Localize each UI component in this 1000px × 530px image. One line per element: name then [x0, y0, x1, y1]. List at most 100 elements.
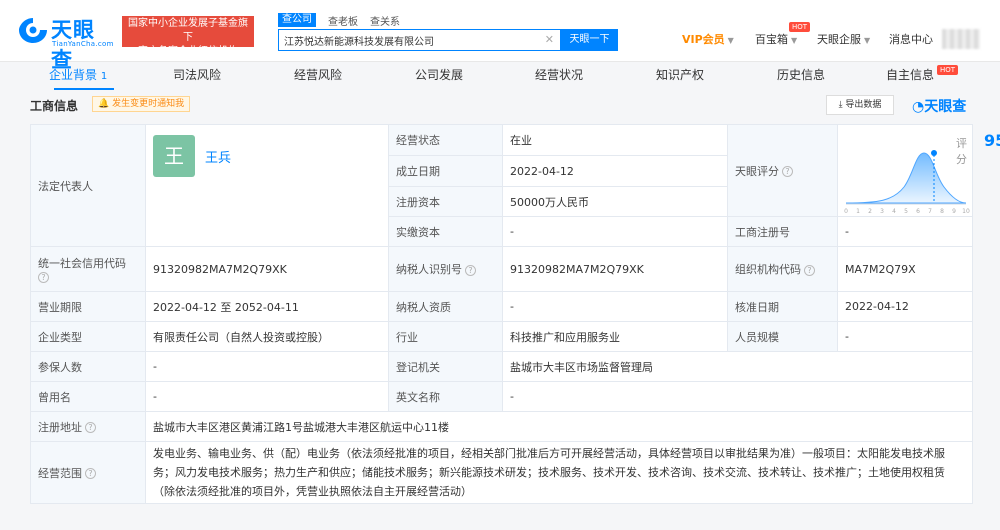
notify-label: 发生变更时通知我 — [112, 99, 185, 109]
help-icon[interactable]: ? — [85, 422, 96, 433]
tab-judicial-risk[interactable]: 司法风险 — [173, 66, 221, 83]
score-label: 天眼评分 — [735, 164, 779, 178]
tab-operating-risk[interactable]: 经营风险 — [294, 66, 342, 83]
export-data-button[interactable]: ⤓ 导出数据 — [826, 95, 894, 115]
table-row: 参保人数 - 登记机关 盐城市大丰区市场监督管理局 — [30, 351, 973, 382]
treasure-menu[interactable]: 百宝箱 ▼ — [755, 31, 797, 47]
score-axis-tick: 9 — [952, 208, 956, 215]
search-tab-company[interactable]: 查公司 — [278, 13, 316, 27]
vip-menu[interactable]: VIP会员 ▼ — [682, 31, 734, 47]
search-tab-relation[interactable]: 查关系 — [370, 13, 400, 28]
score-axis-tick: 7 — [928, 208, 932, 215]
insured-label: 参保人数 — [30, 351, 146, 382]
business-info-table: 法定代表人 王 王兵 经营状态 在业 天眼评分? 0 1 2 3 4 5 6 7 8 9 10 — [30, 124, 1000, 504]
search-button[interactable]: 天眼一下 — [561, 29, 618, 51]
fund-badge-line2: 官方备案企业征信机构 — [138, 46, 238, 57]
score-cell[interactable]: 0 1 2 3 4 5 6 7 8 9 10 评分 95 — [837, 124, 1000, 217]
score-distribution-chart: 0 1 2 3 4 5 6 7 8 9 10 — [844, 150, 970, 215]
enterprise-menu[interactable]: 天眼企服 ▼ — [817, 31, 870, 47]
authority-value: 盐城市大丰区市场监督管理局 — [502, 351, 973, 382]
score-axis-ticks: 0 1 2 3 4 5 6 7 8 9 10 — [844, 208, 970, 215]
table-row: 曾用名 - 英文名称 - — [30, 381, 973, 412]
help-icon[interactable]: ? — [85, 468, 96, 479]
fund-badge[interactable]: 国家中小企业发展子基金旗下 官方备案企业征信机构 — [122, 16, 254, 57]
help-icon[interactable]: ? — [804, 264, 815, 276]
table-row: 法定代表人 王 王兵 经营状态 在业 天眼评分? 0 1 2 3 4 5 6 7 8 9 10 — [30, 124, 1000, 247]
approve-date-label: 核准日期 — [727, 291, 838, 322]
address-value: 盐城市大丰区港区黄浦江路1号盐城港大丰港区航运中心11楼 — [145, 411, 973, 442]
tab-operating-status[interactable]: 经营状况 — [535, 66, 583, 83]
paid-capital-value: - — [502, 216, 728, 247]
taxpayer-label-cell: 纳税人识别号? — [388, 246, 503, 292]
term-value: 2022-04-12 至 2052-04-11 — [145, 291, 389, 322]
score-label-cell: 天眼评分? — [727, 124, 838, 217]
download-icon: ⤓ — [838, 100, 843, 110]
table-row: 经营范围? 发电业务、输电业务、供（配）电业务（依法须经批准的项目，经相关部门批… — [30, 441, 973, 504]
messages-link[interactable]: 消息中心 — [889, 31, 933, 47]
export-label: 导出数据 — [845, 100, 882, 110]
tianyancha-logo[interactable]: 天眼查 TianYanCha.com — [18, 14, 114, 72]
tianyancha-watermark: ◔天眼查 — [912, 96, 966, 116]
legal-rep-avatar: 王 — [153, 135, 195, 177]
help-icon[interactable]: ? — [38, 272, 49, 283]
legal-rep-name-link[interactable]: 王兵 — [205, 147, 231, 166]
former-name-value: - — [145, 381, 389, 412]
search-tab-boss[interactable]: 查老板 — [328, 13, 358, 28]
scope-value: 发电业务、输电业务、供（配）电业务（依法须经批准的项目，经相关部门批准后方可开展… — [145, 441, 973, 504]
score-axis-tick: 6 — [916, 208, 920, 215]
chevron-down-icon: ▼ — [727, 36, 734, 45]
org-code-label-cell: 组织机构代码? — [727, 246, 838, 292]
table-row: 统一社会信用代码? 91320982MA7M2Q79XK 纳税人识别号? 913… — [30, 246, 973, 292]
tab-company-development[interactable]: 公司发展 — [415, 66, 463, 83]
staff-label: 人员规模 — [727, 321, 838, 352]
score-axis-tick: 4 — [892, 208, 896, 215]
status-value: 在业 — [502, 124, 728, 156]
top-header: 天眼查 TianYanCha.com 国家中小企业发展子基金旗下 官方备案企业征… — [0, 0, 1000, 72]
help-icon[interactable]: ? — [465, 264, 476, 276]
search-box: ✕ — [278, 29, 561, 51]
tax-qual-label: 纳税人资质 — [388, 291, 503, 322]
credit-code-label-cell: 统一社会信用代码? — [30, 246, 146, 292]
tab-history[interactable]: 历史信息 — [777, 66, 825, 83]
org-code-value: MA7M2Q79X — [837, 246, 973, 292]
vip-label: VIP会员 — [682, 33, 725, 46]
status-label: 经营状态 — [388, 124, 503, 156]
tab-self-info[interactable]: 自主信息 — [886, 66, 934, 83]
taxpayer-label: 纳税人识别号 — [396, 263, 462, 276]
tab-enterprise-background[interactable]: 企业背景 1 — [49, 66, 107, 83]
hot-badge: HOT — [789, 22, 811, 32]
active-tab-indicator — [54, 88, 114, 90]
legal-rep-cell: 王 王兵 — [145, 124, 389, 247]
type-label: 企业类型 — [30, 321, 146, 352]
notify-change-button[interactable]: 🔔 发生变更时通知我 — [92, 96, 191, 112]
enterprise-label: 天眼企服 — [817, 33, 861, 46]
found-date-value: 2022-04-12 — [502, 155, 728, 187]
chevron-down-icon: ▼ — [791, 36, 798, 45]
tab-intellectual-property[interactable]: 知识产权 — [656, 66, 704, 83]
paid-capital-label: 实缴资本 — [388, 216, 503, 247]
score-title: 评分 — [956, 137, 967, 166]
english-name-value: - — [502, 381, 973, 412]
chevron-down-icon: ▼ — [864, 36, 871, 45]
bell-icon: 🔔 — [98, 99, 110, 109]
clear-icon[interactable]: ✕ — [545, 34, 554, 46]
search-input[interactable] — [279, 30, 537, 50]
score-axis-tick: 1 — [856, 208, 860, 215]
capital-label: 注册资本 — [388, 186, 503, 217]
tax-qual-value: - — [502, 291, 728, 322]
help-icon[interactable]: ? — [782, 166, 793, 177]
section-title: 工商信息 — [30, 99, 79, 113]
former-name-label: 曾用名 — [30, 381, 146, 412]
brand-text: 天眼查 — [924, 99, 967, 115]
score-axis-tick: 3 — [880, 208, 884, 215]
biz-reg-value: - — [837, 216, 973, 247]
credit-code-value: 91320982MA7M2Q79XK — [145, 246, 389, 292]
score-marker-dot — [931, 150, 937, 156]
user-avatar[interactable] — [942, 29, 980, 49]
type-value: 有限责任公司（自然人投资或控股） — [145, 321, 389, 352]
table-row: 企业类型 有限责任公司（自然人投资或控股） 行业 科技推广和应用服务业 人员规模… — [30, 321, 973, 352]
eye-logo-icon — [19, 18, 47, 43]
address-label: 注册地址 — [38, 420, 82, 434]
industry-value: 科技推广和应用服务业 — [502, 321, 728, 352]
logo-subtext: TianYanCha.com — [52, 40, 114, 48]
